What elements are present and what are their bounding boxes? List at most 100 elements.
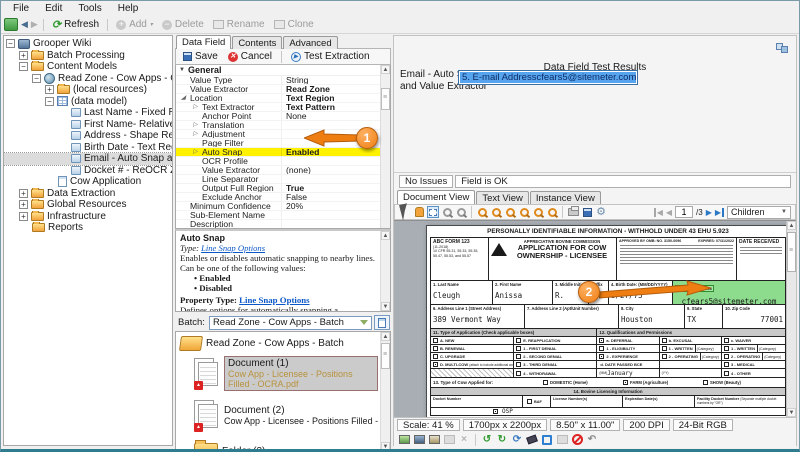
batch-combo[interactable]: Read Zone - Cow Apps - Batch [209, 316, 372, 330]
menu-tools[interactable]: Tools [70, 2, 109, 15]
print-icon[interactable] [567, 206, 579, 218]
tree-item-infrastructure[interactable]: +Infrastructure [4, 211, 172, 223]
menu-help[interactable]: Help [110, 2, 147, 15]
collapsed-icon[interactable]: ▷ [193, 121, 198, 129]
image-levels-icon[interactable] [413, 434, 425, 446]
tree-item-grooper-wiki[interactable]: −Grooper Wiki [4, 38, 172, 50]
tree-item-reports[interactable]: Reports [4, 222, 172, 234]
rotate-ccw-icon[interactable]: ↺ [481, 434, 493, 446]
tree-item-cow-application[interactable]: Cow Application [4, 176, 172, 188]
collapse-icon[interactable]: − [45, 97, 54, 106]
scroll-down-icon[interactable]: ▼ [381, 302, 390, 311]
property-row[interactable]: Description [176, 220, 380, 229]
scroll-down-icon[interactable]: ▼ [381, 442, 390, 451]
property-row[interactable]: OCR Profile [176, 157, 380, 166]
tree-item-data-model[interactable]: −(data model) [4, 96, 172, 108]
image-adjust-icon[interactable] [398, 434, 410, 446]
scroll-thumb[interactable] [381, 88, 390, 110]
tab-data-field[interactable]: Data Field [176, 35, 231, 49]
collapsed-icon[interactable]: ▷ [193, 148, 198, 156]
first-page-icon[interactable]: ◀ [654, 208, 663, 217]
tree-item-birth-date[interactable]: Birth Date - Text Region [4, 142, 172, 154]
property-row[interactable]: Exclude AnchorFalse [176, 193, 380, 202]
batch-scrollbar[interactable]: ▲▼ [380, 332, 390, 451]
batch-document-2-row[interactable]: ▲ Document (2) Cow App - Licensee - Posi… [180, 394, 378, 436]
expand-icon[interactable]: + [19, 200, 28, 209]
zoom-fit-icon[interactable] [518, 206, 530, 218]
collapsed-icon[interactable]: ▷ [193, 103, 198, 111]
pan-hand-icon[interactable] [413, 206, 425, 218]
property-row[interactable]: ▷Text ExtractorText Pattern [176, 103, 380, 112]
pointer-icon[interactable] [399, 206, 411, 218]
eraser-icon[interactable] [526, 434, 538, 446]
property-row[interactable]: Sub-Element Name [176, 211, 380, 220]
tree-item-content-models[interactable]: −Content Models [4, 61, 172, 73]
save-button[interactable]: Save [180, 50, 221, 63]
expand-icon[interactable]: + [19, 51, 28, 60]
property-row[interactable]: Line Separator [176, 175, 380, 184]
delete-region-icon[interactable]: × [458, 434, 470, 446]
clone-button[interactable]: Clone [271, 18, 317, 31]
scroll-up-icon[interactable]: ▲ [787, 221, 796, 230]
tree-item-email-selected[interactable]: Email - Auto Snap and Value Ex [4, 153, 172, 165]
extracted-value-field[interactable]: 5. E-mail Addresscfears5@sitemeter.com [458, 70, 638, 85]
tree-item-address[interactable]: Address - Shape Region [4, 130, 172, 142]
expand-icon[interactable]: + [19, 189, 28, 198]
zoom-window-icon[interactable] [441, 206, 453, 218]
menu-file[interactable]: File [5, 2, 37, 15]
help-scrollbar[interactable]: ▲▼ [380, 231, 390, 311]
page-number-input[interactable] [675, 206, 693, 218]
property-row[interactable]: Value Extractor(none) [176, 166, 380, 175]
settings-gears-icon[interactable]: ⚙ [595, 206, 607, 218]
filter-icon[interactable] [360, 320, 368, 325]
batch-document-1-row[interactable]: ▲ Document (1) Cow App - Licensee - Posi… [180, 352, 378, 394]
app-icon[interactable] [4, 18, 18, 31]
flatten-icon[interactable] [443, 434, 455, 446]
copy-region-icon[interactable] [556, 434, 568, 446]
crop-icon[interactable] [541, 434, 553, 446]
add-button[interactable]: +Add▾ [113, 18, 156, 31]
batch-root-row[interactable]: Read Zone - Cow Apps - Batch [180, 334, 378, 352]
tab-text-view[interactable]: Text View [476, 191, 528, 204]
zoom-100-icon[interactable] [504, 206, 516, 218]
tree-item-data-extraction[interactable]: +Data Extraction [4, 188, 172, 200]
cancel-button[interactable]: ✕Cancel [225, 50, 275, 63]
rotate-cw-icon[interactable]: ↻ [496, 434, 508, 446]
scroll-thumb[interactable] [381, 343, 390, 369]
redact-icon[interactable] [571, 434, 583, 446]
property-row[interactable]: Minimum Confidence20% [176, 202, 380, 211]
batch-folder-3-row[interactable]: Folder (3) [180, 436, 378, 452]
refresh-button[interactable]: ⟳Refresh [49, 17, 102, 32]
property-row-auto-snap[interactable]: ▷Auto SnapEnabled [176, 148, 380, 157]
scroll-up-icon[interactable]: ▲ [381, 332, 390, 341]
canvas-scrollbar[interactable]: ▲▼ [786, 221, 796, 417]
rename-button[interactable]: Rename [210, 18, 268, 31]
expand-icon[interactable]: + [19, 212, 28, 221]
document-canvas[interactable]: PERSONALLY IDENTIFIABLE INFORMATION - WI… [394, 220, 796, 417]
propgrid-scrollbar[interactable]: ▲ [380, 65, 390, 228]
scroll-up-icon[interactable]: ▲ [381, 65, 390, 74]
collapse-icon[interactable]: − [6, 39, 15, 48]
zoom-out-icon[interactable] [490, 206, 502, 218]
scroll-up-icon[interactable]: ▲ [381, 231, 390, 240]
zoom-height-icon[interactable] [546, 206, 558, 218]
expanded-icon[interactable]: ◢ [181, 94, 186, 102]
category-general[interactable]: ▼General [176, 65, 380, 76]
save-image-icon[interactable] [581, 206, 593, 218]
property-row[interactable]: Value ExtractorRead Zone [176, 85, 380, 94]
scroll-thumb[interactable] [787, 232, 796, 272]
select-zone-icon[interactable] [427, 206, 439, 218]
undo-icon[interactable]: ↶ [586, 434, 598, 446]
property-row[interactable]: Value TypeString [176, 76, 380, 85]
collapse-icon[interactable]: − [19, 62, 28, 71]
tree-item-docket[interactable]: Docket # - ReOCR Zone [4, 165, 172, 177]
tree-item-first-name[interactable]: First Name- Relative Region [4, 119, 172, 131]
back-icon[interactable]: ◀ [21, 19, 28, 30]
document-page[interactable]: PERSONALLY IDENTIFIABLE INFORMATION - WI… [426, 225, 790, 417]
tree-item-batch-processing[interactable]: +Batch Processing [4, 50, 172, 62]
nav-mode-select[interactable]: Children▼ [727, 206, 791, 219]
property-row[interactable]: ◢LocationText Region [176, 94, 380, 103]
expand-icon[interactable]: + [45, 85, 54, 94]
pin-panel-icon[interactable] [776, 43, 789, 53]
zoom-in-icon[interactable] [476, 206, 488, 218]
